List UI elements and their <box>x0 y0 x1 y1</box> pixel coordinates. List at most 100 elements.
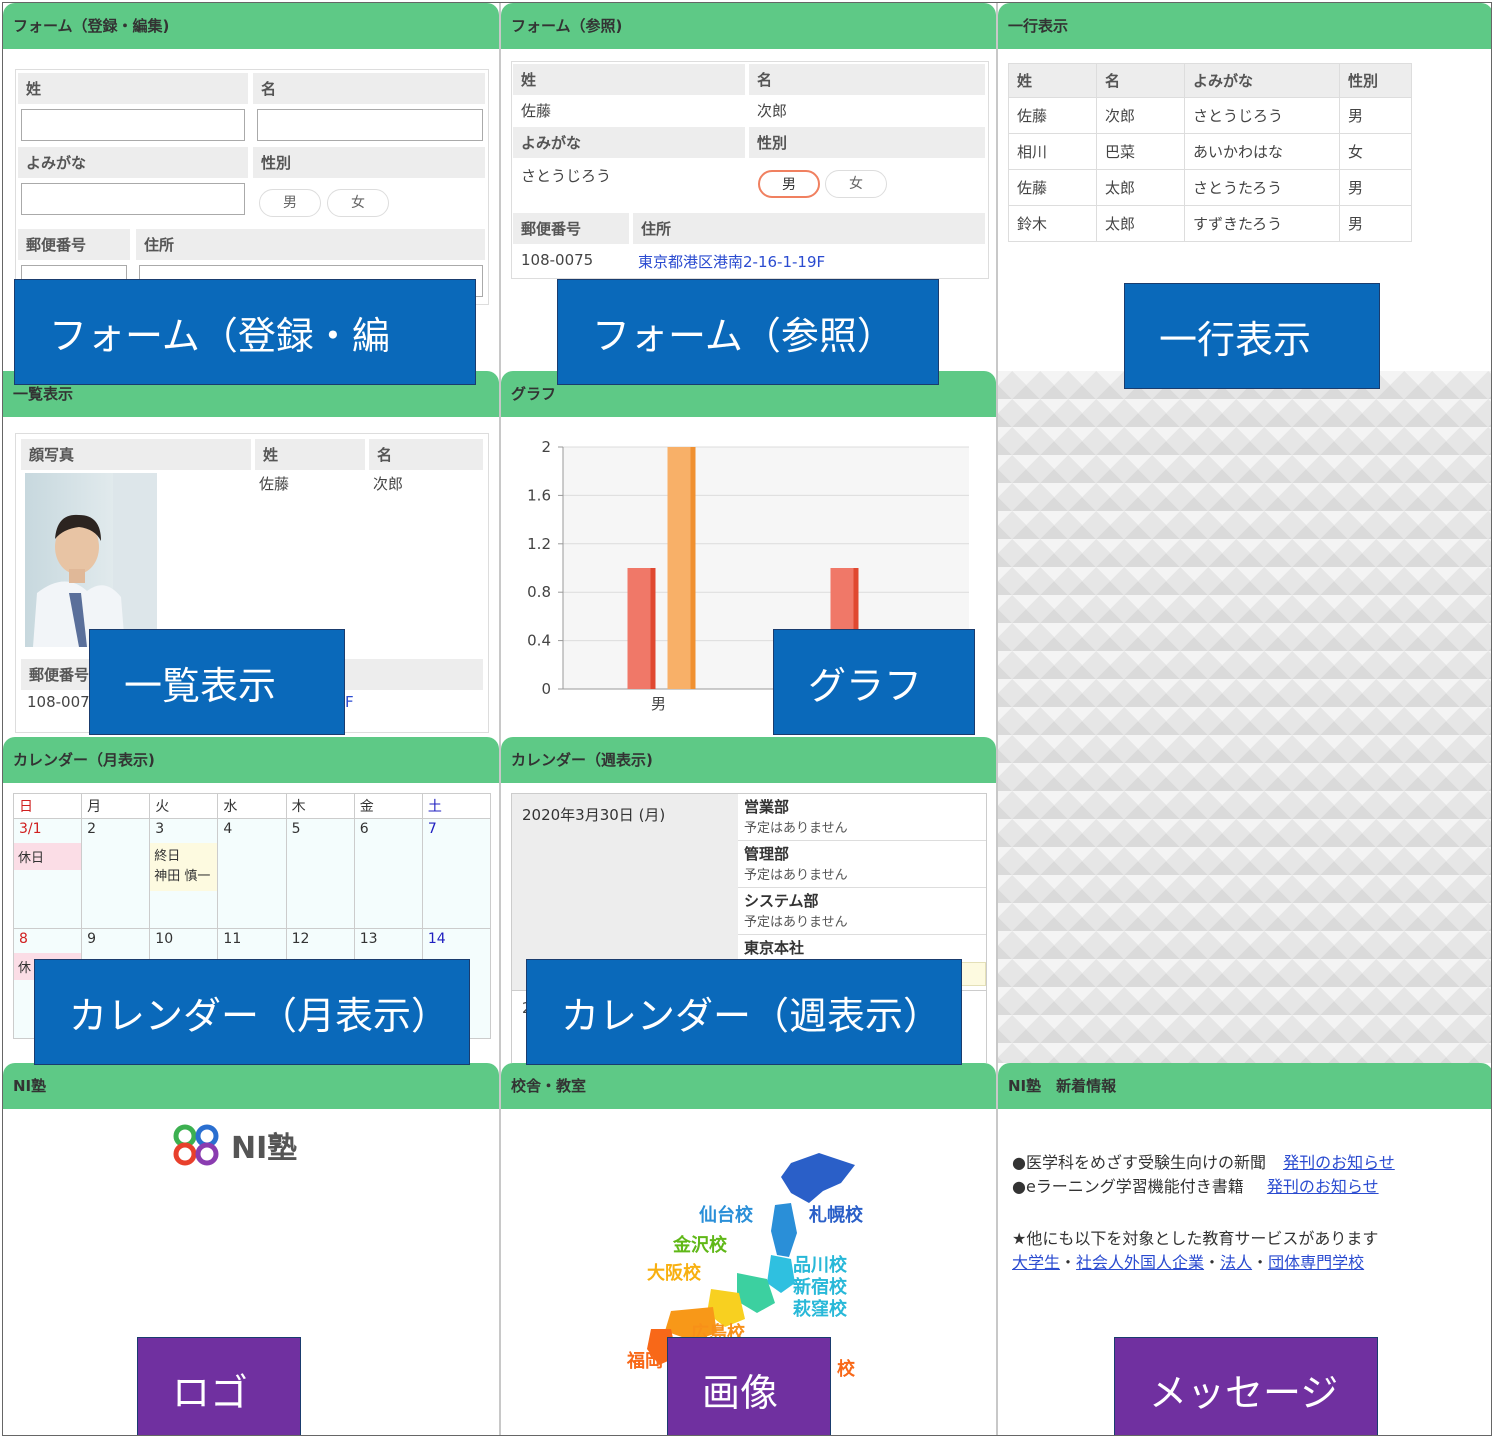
campus-osaka[interactable]: 大阪校 <box>647 1259 701 1285</box>
separator: ・ <box>1204 1253 1221 1272</box>
overlay-cal-month: カレンダー（月表示） <box>34 959 470 1065</box>
panel-title: カレンダー（週表示) <box>501 737 996 783</box>
week-date: 2020年3月30日 (月) <box>522 806 666 824</box>
day-number: 2 <box>87 821 97 837</box>
dept-row[interactable]: 営業部予定はありません <box>738 794 986 841</box>
separator: ・ <box>1060 1253 1077 1272</box>
yomigana-input[interactable] <box>21 183 245 215</box>
campus-fukuoka[interactable]: 福岡 <box>627 1347 663 1373</box>
day-number: 14 <box>427 931 446 947</box>
gender-female-button[interactable]: 女 <box>327 189 389 217</box>
service-link[interactable]: 大学生 <box>1012 1253 1060 1272</box>
x-tick-label: 男 <box>651 695 666 713</box>
news-text: ●eラーニング学習機能付き書籍 <box>1012 1177 1244 1196</box>
value-mei: 次郎 <box>757 102 788 120</box>
cell: さとうたろう <box>1184 169 1340 206</box>
day-number: 5 <box>291 821 301 837</box>
table-row[interactable]: 佐藤 次郎 さとうじろう 男 <box>1008 97 1412 134</box>
dept-row[interactable]: システム部 予定はありません <box>738 888 986 935</box>
day-cell[interactable]: 3/1 休日 <box>12 818 83 929</box>
label-sei: 姓 <box>255 439 365 470</box>
separator: ・ <box>1252 1253 1269 1272</box>
campus-ogikubo[interactable]: 萩窪校 <box>793 1295 847 1321</box>
label-mei: 名 <box>749 64 985 95</box>
services-text: ★他にも以下を対象とした教育サービスがあります <box>1012 1229 1379 1248</box>
dept-name: 営業部 <box>744 798 790 816</box>
address-link-tail[interactable]: F <box>345 693 354 711</box>
table-row[interactable]: 鈴木 太郎 すずきたろう 男 <box>1008 205 1412 242</box>
value-mei: 次郎 <box>373 475 404 493</box>
panel-title: フォーム（参照) <box>501 3 996 49</box>
panel-title: フォーム（登録・編集) <box>3 3 499 49</box>
panel-title: NI塾 <box>3 1063 499 1109</box>
news-link[interactable]: 発刊のお知らせ <box>1267 1177 1379 1196</box>
no-schedule-text: 予定はありません <box>744 821 848 836</box>
campus-cut[interactable]: 校 <box>837 1355 855 1381</box>
gender-male-button[interactable]: 男 <box>259 189 321 217</box>
day-cell[interactable]: 4 <box>217 818 287 929</box>
gender-female-button[interactable]: 女 <box>825 170 887 198</box>
allday-event[interactable]: 終日 神田 慎一 <box>150 843 218 891</box>
col-header: 姓 <box>1008 63 1097 98</box>
cell: すずきたろう <box>1184 205 1340 242</box>
service-links: 大学生・社会人外国人企業・法人・団体専門学校 <box>1012 1249 1364 1273</box>
service-link[interactable]: 社会人外国人企業 <box>1076 1253 1204 1272</box>
table-row[interactable]: 相川 巴菜 あいかわはな 女 <box>1008 133 1412 170</box>
col-header: 名 <box>1096 63 1185 98</box>
day-number: 9 <box>87 931 97 947</box>
service-link[interactable]: 団体専門学校 <box>1268 1253 1364 1272</box>
cell: 佐藤 <box>1008 97 1097 134</box>
mei-input[interactable] <box>257 109 483 141</box>
overlay-list-view: 一覧表示 <box>89 629 345 735</box>
row-table: 姓 名 よみがな 性別 佐藤 次郎 さとうじろう 男 相川 巴菜 あいかわはな … <box>1008 63 1412 242</box>
day-number: 12 <box>291 931 310 947</box>
day-cell[interactable]: 3 終日 神田 慎一 <box>149 818 219 929</box>
weekday-header: 日 月 火 水 木 金 土 <box>12 793 492 819</box>
overlay-image: 画像 <box>667 1337 831 1435</box>
day-cell[interactable]: 7 <box>421 818 492 929</box>
label-seibetsu: 性別 <box>749 127 985 158</box>
cell: 太郎 <box>1096 205 1185 242</box>
label-jusho: 住所 <box>136 229 485 260</box>
ni-logo: NI塾 <box>171 1123 297 1167</box>
cell: 男 <box>1339 97 1412 134</box>
news-link[interactable]: 発刊のお知らせ <box>1283 1153 1395 1172</box>
overlay-form-view: フォーム（参照） <box>557 279 939 385</box>
overlay-logo: ロゴ <box>137 1337 301 1435</box>
table-row[interactable]: 佐藤 太郎 さとうたろう 男 <box>1008 169 1412 206</box>
sei-input[interactable] <box>21 109 245 141</box>
day-cell[interactable]: 2 <box>81 818 151 929</box>
campus-kanazawa[interactable]: 金沢校 <box>673 1231 727 1257</box>
service-link[interactable]: 法人 <box>1220 1253 1252 1272</box>
value-yubin: 108-0075 <box>521 251 594 269</box>
holiday-event[interactable]: 休日 <box>14 843 82 870</box>
address-link[interactable]: 東京都港区港南2-16-1-19F <box>638 251 825 272</box>
day-number: 3 <box>155 821 165 837</box>
day-cell[interactable]: 6 <box>353 818 423 929</box>
day-number: 11 <box>223 931 242 947</box>
y-tick-label: 0.8 <box>527 583 551 601</box>
y-tick-label: 0.4 <box>527 632 551 650</box>
overlay-message: メッセージ <box>1114 1337 1378 1435</box>
label-photo: 顔写真 <box>21 439 251 470</box>
y-tick-label: 0 <box>541 680 551 698</box>
dept-name: システム部 <box>744 892 819 910</box>
day-number: 13 <box>359 931 378 947</box>
weekday-wed: 水 <box>217 793 287 819</box>
logo-text: NI塾 <box>231 1131 298 1166</box>
campus-sapporo[interactable]: 札幌校 <box>809 1201 863 1227</box>
campus-sendai[interactable]: 仙台校 <box>699 1201 753 1227</box>
day-number: 3/1 <box>19 821 42 837</box>
weekday-mon: 月 <box>81 793 151 819</box>
weekday-tue: 火 <box>149 793 219 819</box>
overlay-graph: グラフ <box>773 629 975 735</box>
label-mei: 名 <box>253 73 485 104</box>
gender-male-selected[interactable]: 男 <box>758 170 820 198</box>
day-cell[interactable]: 5 <box>285 818 355 929</box>
label-seibetsu: 性別 <box>253 147 485 178</box>
cell: 次郎 <box>1096 97 1185 134</box>
dept-row[interactable]: 管理部 予定はありません <box>738 841 986 888</box>
value-sei: 佐藤 <box>259 475 290 493</box>
y-tick-label: 2 <box>541 438 551 456</box>
value-yubin: 108-007 <box>27 693 90 711</box>
